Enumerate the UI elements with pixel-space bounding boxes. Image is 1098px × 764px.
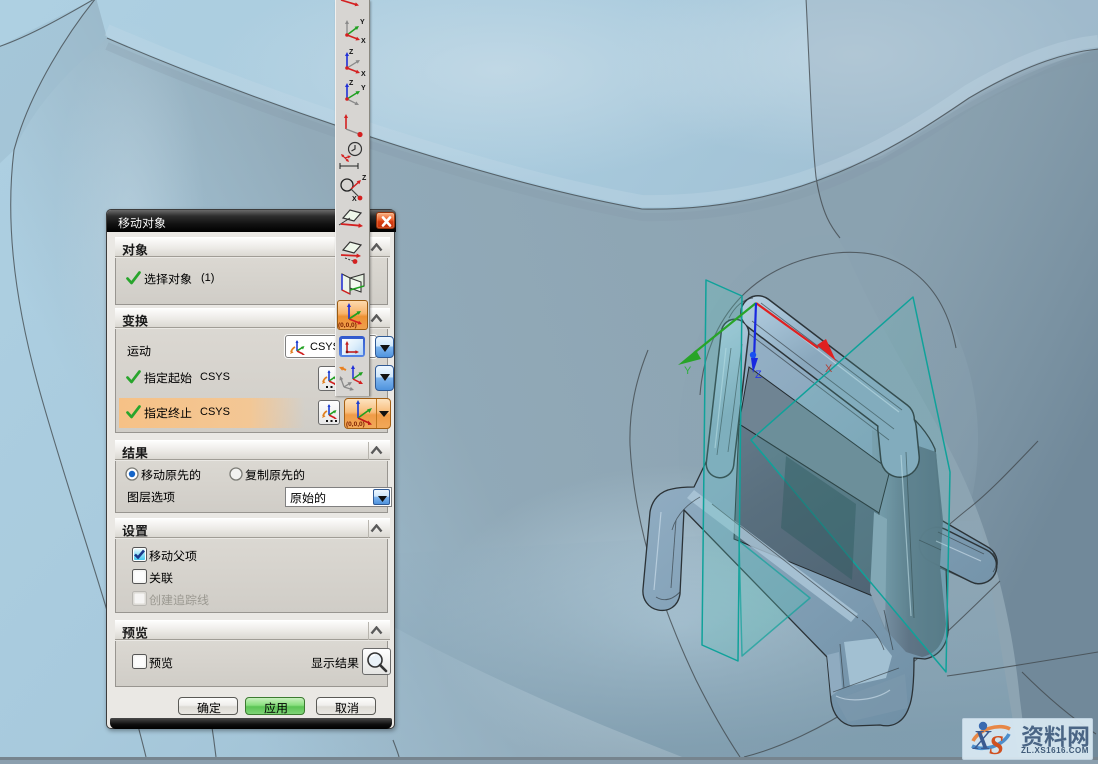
svg-text:S: S — [989, 730, 1004, 760]
svg-text:X: X — [352, 196, 357, 203]
svg-text:Y: Y — [361, 85, 366, 92]
svg-text:X: X — [361, 38, 366, 44]
svg-text:Z: Z — [349, 80, 354, 87]
svg-text:Z: Z — [362, 175, 367, 182]
svg-text:Z: Z — [755, 369, 762, 381]
svg-text:Y: Y — [360, 19, 365, 26]
svg-text:(0,0,0): (0,0,0) — [346, 421, 365, 428]
svg-text:X: X — [825, 363, 833, 375]
svg-text:Y: Y — [684, 365, 692, 377]
svg-text:X: X — [361, 71, 366, 76]
svg-text:Z: Z — [349, 49, 354, 56]
svg-text:(0,0,0): (0,0,0) — [338, 322, 357, 329]
